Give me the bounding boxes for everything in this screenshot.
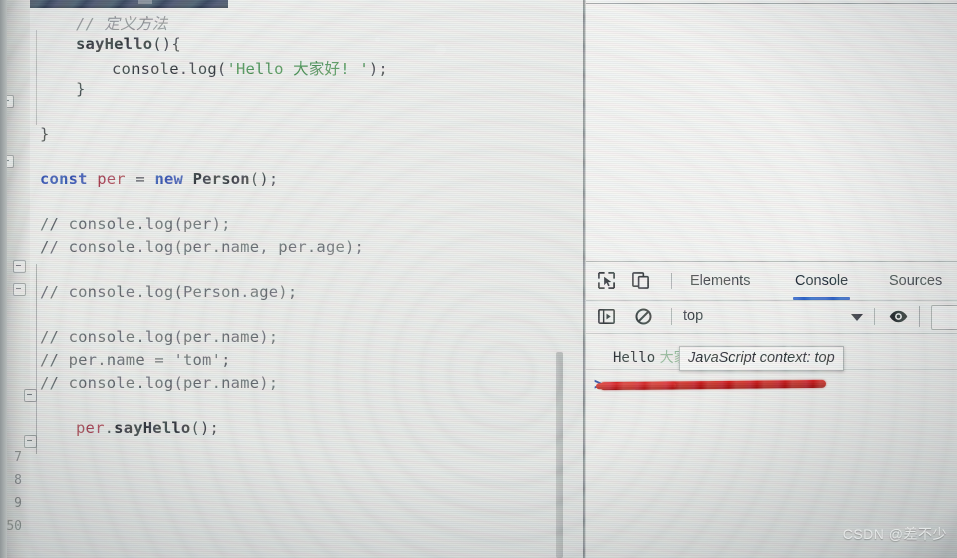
- console-toolbar[interactable]: top: [586, 300, 957, 334]
- code-line[interactable]: per.sayHello();: [0, 419, 585, 441]
- code-editor-pane[interactable]: ✔ 7 8 9 50 // 定义方法sayHello(){console.log…: [0, 0, 585, 558]
- devtools-panel[interactable]: Elements Console Sources top Hello JavaS…: [586, 262, 957, 558]
- csdn-watermark: CSDN @差不少: [842, 526, 947, 542]
- code-line[interactable]: // per.name = 'tom';: [0, 351, 585, 373]
- code-token: =: [125, 170, 155, 189]
- monitor-bezel: [0, 0, 7, 558]
- red-underline-annotation: [599, 379, 827, 391]
- tab-sources[interactable]: Sources: [889, 269, 942, 295]
- console-message-latin: Hello: [613, 350, 656, 366]
- code-line[interactable]: }: [0, 80, 585, 102]
- code-token: sayHello: [114, 418, 191, 437]
- toolbar-separator: [874, 308, 875, 325]
- code-line[interactable]: // console.log(per.name);: [0, 374, 585, 396]
- code-token: }: [40, 125, 50, 143]
- code-token: 'Hello 大家好! ': [226, 60, 369, 79]
- code-line[interactable]: // 定义方法: [0, 12, 585, 34]
- photographed-screen: ✔ 7 8 9 50 // 定义方法sayHello(){console.log…: [0, 0, 957, 558]
- code-token: );: [368, 60, 388, 79]
- code-token: .: [178, 60, 189, 79]
- code-token: Person: [192, 170, 250, 189]
- rendered-page-blank: [586, 4, 957, 260]
- code-token: // console.log(per.name, per.age);: [40, 238, 365, 256]
- context-tooltip: JavaScript context: top: [679, 346, 844, 371]
- toolbar-separator: [671, 273, 672, 289]
- code-token: // console.log(per);: [40, 215, 231, 234]
- code-token: // 定义方法: [76, 15, 168, 33]
- console-message-row[interactable]: Hello 大家好! JavaScript context: top: [586, 339, 957, 371]
- console-settings-button[interactable]: [931, 305, 957, 330]
- code-line[interactable]: const per = new Person();: [0, 170, 585, 192]
- code-token: // console.log(per.name);: [40, 373, 279, 392]
- code-token: }: [76, 79, 86, 98]
- editor-vertical-scrollbar[interactable]: [556, 352, 563, 558]
- toolbar-separator: [671, 308, 672, 325]
- code-token: log: [188, 60, 217, 79]
- device-toolbar-icon[interactable]: [628, 269, 652, 292]
- code-line[interactable]: // console.log(per);: [0, 215, 585, 237]
- code-line[interactable]: console.log('Hello 大家好! ');: [0, 57, 585, 79]
- code-text-area[interactable]: // 定义方法 sayHello(){console.log('Hello 大家好…: [0, 0, 585, 558]
- inspect-element-icon[interactable]: [594, 269, 618, 292]
- code-token: .: [104, 418, 115, 437]
- code-line[interactable]: // console.log(per.name);: [0, 328, 585, 350]
- code-line[interactable]: // console.log(per.name, per.age);: [0, 238, 585, 260]
- code-token: per: [76, 418, 105, 437]
- create-live-expression-icon[interactable]: [886, 305, 910, 328]
- code-line[interactable]: sayHello(){: [0, 35, 585, 57]
- code-token: new: [154, 170, 184, 189]
- browser-pane: Elements Console Sources top Hello JavaS…: [586, 0, 957, 558]
- code-token: (){: [152, 34, 181, 53]
- chevron-down-icon[interactable]: [851, 314, 863, 321]
- code-token: per: [97, 170, 126, 189]
- code-token: ();: [249, 170, 279, 189]
- code-token: const: [40, 170, 88, 189]
- code-token: // console.log(per.name);: [40, 328, 279, 347]
- code-line[interactable]: // console.log(Person.age);: [0, 283, 585, 305]
- show-console-sidebar-icon[interactable]: [594, 305, 618, 328]
- code-token: // console.log(Person.age);: [40, 283, 298, 302]
- tab-console[interactable]: Console: [792, 269, 851, 300]
- clear-console-icon[interactable]: [631, 305, 655, 328]
- javascript-context-select[interactable]: top: [683, 308, 703, 324]
- tab-elements[interactable]: Elements: [690, 269, 750, 295]
- code-token: (: [216, 60, 227, 79]
- code-token: // per.name = 'tom';: [40, 351, 231, 369]
- devtools-tab-bar[interactable]: Elements Console Sources: [586, 262, 957, 301]
- code-line[interactable]: }: [0, 125, 585, 147]
- toolbar-separator: [919, 306, 920, 327]
- pane-divider[interactable]: [583, 0, 585, 558]
- code-token: ();: [190, 418, 220, 437]
- code-token: console: [112, 60, 179, 79]
- code-token: sayHello: [76, 34, 153, 53]
